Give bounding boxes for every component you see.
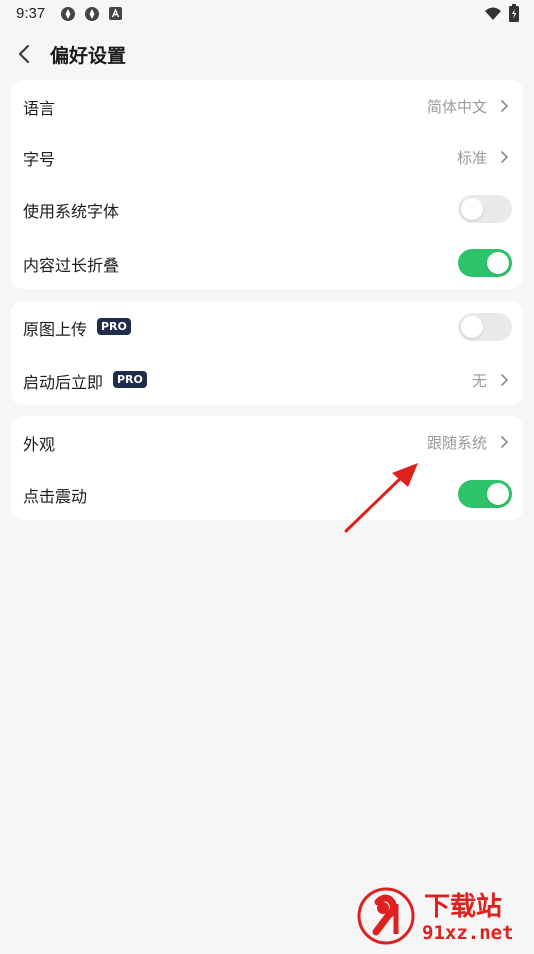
toggle-knob — [461, 198, 483, 220]
battery-charging-icon — [509, 4, 519, 22]
setting-label: 点击震动 — [23, 487, 88, 506]
collapse-long-content-toggle[interactable] — [458, 249, 512, 277]
setting-value: 标准 — [456, 149, 487, 167]
setting-label: 语言 — [23, 99, 56, 118]
chevron-right-icon — [501, 436, 509, 448]
setting-row-tap-vibration: 点击震动 — [11, 468, 523, 520]
status-time: 9:37 — [16, 5, 46, 22]
setting-row-original-image-upload: 原图上传 PRO — [11, 301, 523, 353]
settings-group-appearance: 外观 跟随系统 点击震动 — [11, 416, 523, 520]
app-a-icon — [109, 7, 122, 20]
setting-row-language[interactable]: 语言 简体中文 — [11, 80, 523, 132]
toggle-knob — [461, 316, 483, 338]
settings-group-pro: 原图上传 PRO 启动后立即 PRO 无 — [11, 301, 523, 405]
setting-value: 简体中文 — [426, 98, 487, 116]
sync-icon — [85, 7, 99, 21]
annotation-arrow-icon — [344, 463, 418, 533]
watermark-domain: 91xz.net — [422, 922, 514, 944]
watermark: 下载站 91xz.net — [356, 882, 534, 950]
pro-badge: PRO — [113, 371, 147, 388]
system-font-toggle[interactable] — [458, 195, 512, 223]
watermark-brand: 下载站 — [424, 892, 503, 922]
chevron-right-icon — [501, 100, 509, 112]
settings-group-general: 语言 简体中文 字号 标准 使用系统字体 内容过长折叠 — [11, 80, 523, 289]
wifi-icon — [485, 7, 501, 20]
chevron-right-icon — [501, 374, 509, 386]
back-chevron-icon[interactable] — [14, 42, 36, 66]
status-bar: 9:37 — [0, 0, 534, 28]
setting-label: 外观 — [23, 435, 56, 454]
setting-label: 内容过长折叠 — [23, 256, 120, 275]
original-image-upload-toggle[interactable] — [458, 313, 512, 341]
setting-value: 无 — [471, 372, 487, 390]
setting-label: 字号 — [23, 150, 56, 169]
tap-vibration-toggle[interactable] — [458, 480, 512, 508]
page-title: 偏好设置 — [50, 45, 127, 67]
top-bar: 偏好设置 — [0, 30, 534, 78]
setting-label: 启动后立即 — [23, 373, 104, 392]
setting-label: 使用系统字体 — [23, 202, 120, 221]
chevron-right-icon — [501, 151, 509, 163]
sync-icon — [61, 7, 75, 21]
setting-row-collapse-long-content: 内容过长折叠 — [11, 237, 523, 289]
toggle-knob — [487, 483, 509, 505]
setting-row-appearance[interactable]: 外观 跟随系统 — [11, 416, 523, 468]
setting-row-font-size[interactable]: 字号 标准 — [11, 131, 523, 183]
pro-badge: PRO — [97, 318, 131, 335]
setting-value: 跟随系统 — [426, 434, 487, 452]
setting-label: 原图上传 — [23, 320, 88, 339]
setting-row-system-font: 使用系统字体 — [11, 183, 523, 235]
setting-row-launch-action[interactable]: 启动后立即 PRO 无 — [11, 354, 523, 406]
toggle-knob — [487, 252, 509, 274]
